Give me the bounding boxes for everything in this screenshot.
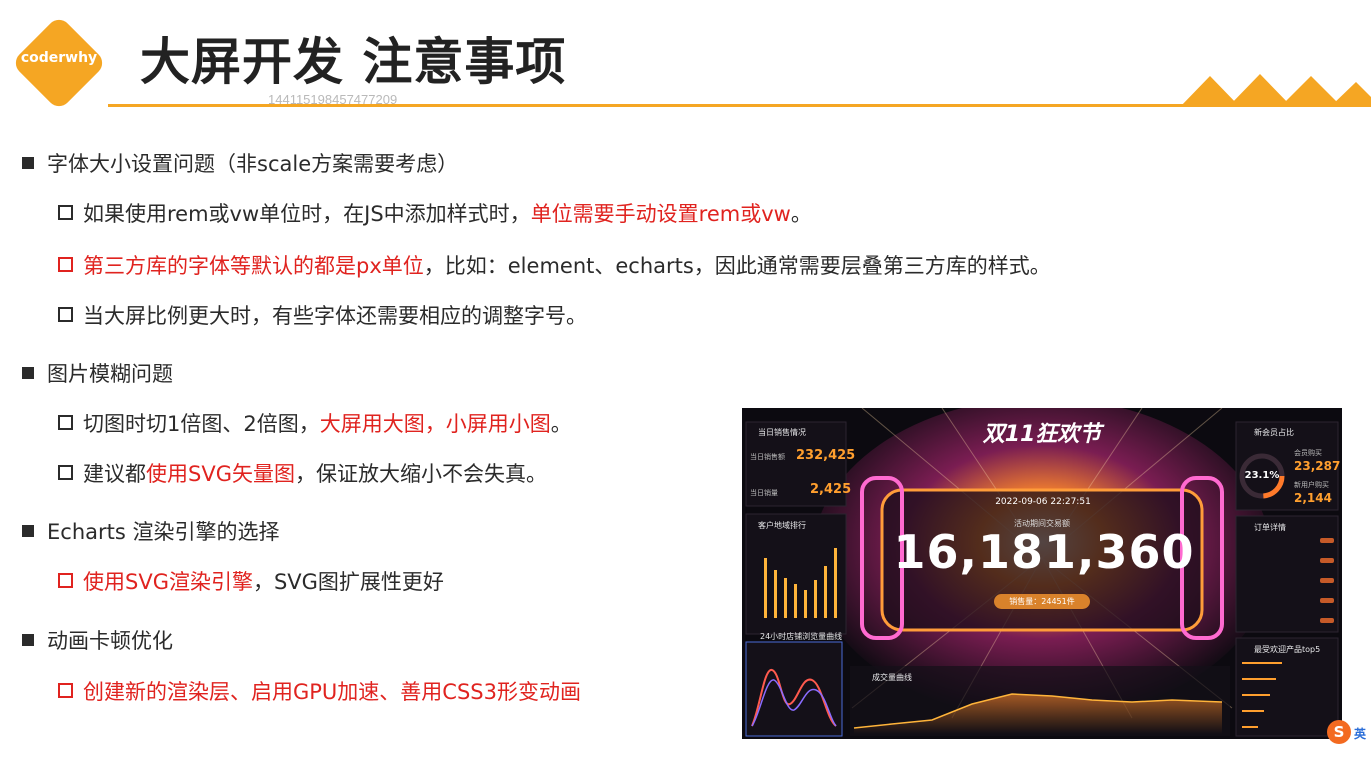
bullet-text: 动画卡顿优化 bbox=[47, 629, 173, 653]
today-sales-value: 2,425 bbox=[810, 482, 852, 497]
bullet-text: ，比如：element、echarts，因此通常需要层叠第三方库的样式。 bbox=[423, 254, 1051, 278]
logo-text: coderwhy bbox=[20, 50, 98, 66]
bullet-text: 当大屏比例更大时，有些字体还需要相应的调整字号。 bbox=[83, 304, 587, 328]
bullet-text: 字体大小设置问题（非scale方案需要考虑） bbox=[47, 152, 459, 176]
members-value-1: 23,287 bbox=[1294, 459, 1341, 473]
bullet-text: 切图时切1倍图、2倍图， bbox=[83, 412, 320, 436]
bullet-highlight: 第三方库的字体等默认的都是px单位 bbox=[83, 254, 424, 278]
square-bullet-icon bbox=[22, 367, 34, 379]
ime-language-toggle[interactable]: 英 bbox=[1354, 725, 1366, 742]
members-label-2: 新用户购买 bbox=[1294, 481, 1329, 489]
mountain-decoration bbox=[1180, 74, 1371, 107]
today-amount-value: 232,425 bbox=[796, 448, 856, 463]
bullet-highlight: 单位需要手动设置rem或vw bbox=[530, 202, 791, 226]
panel-title-orders: 订单详情 bbox=[1254, 523, 1286, 532]
dashboard-title: 双11狂欢节 bbox=[982, 422, 1102, 447]
members-value-2: 2,144 bbox=[1294, 491, 1332, 505]
bullet-text: Echarts 渲染引擎的选择 bbox=[47, 520, 280, 544]
panel-title-region: 客户地域排行 bbox=[758, 521, 806, 530]
panel-title-curve: 24小时店铺浏览量曲线 bbox=[760, 632, 843, 641]
bullet-text: 图片模糊问题 bbox=[47, 362, 173, 386]
sub-bullet-large-ratio: 当大屏比例更大时，有些字体还需要相应的调整字号。 bbox=[58, 302, 587, 330]
square-bullet-icon bbox=[22, 634, 34, 646]
today-amount-label: 当日销售额 bbox=[750, 453, 785, 461]
panel-title-today: 当日销售情况 bbox=[758, 428, 806, 437]
sub-bullet-third-party: 第三方库的字体等默认的都是px单位，比如：element、echarts，因此通… bbox=[58, 252, 1051, 280]
bullet-text: ，保证放大缩小不会失真。 bbox=[294, 462, 547, 486]
sub-bullet-rem-vw: 如果使用rem或vw单位时，在JS中添加样式时，单位需要手动设置rem或vw。 bbox=[58, 200, 812, 228]
bullet-text: 。 bbox=[550, 412, 572, 436]
sub-bullet-slice: 切图时切1倍图、2倍图，大屏用大图，小屏用小图。 bbox=[58, 410, 572, 438]
page-title: 大屏开发 注意事项 bbox=[140, 33, 567, 91]
bullet-text: ，SVG图扩展性更好 bbox=[252, 570, 444, 594]
members-percent: 23.1% bbox=[1244, 470, 1280, 481]
sub-bullet-svg-renderer: 使用SVG渲染引擎，SVG图扩展性更好 bbox=[58, 568, 444, 596]
bullet-highlight: 使用SVG矢量图 bbox=[146, 462, 295, 486]
bullet-highlight: 大屏用大图，小屏用小图 bbox=[319, 412, 551, 436]
checkbox-bullet-icon bbox=[58, 683, 73, 698]
checkbox-bullet-icon bbox=[58, 465, 73, 480]
members-label-1: 会员购买 bbox=[1294, 449, 1322, 457]
checkbox-bullet-icon bbox=[58, 415, 73, 430]
checkbox-bullet-icon bbox=[58, 307, 73, 322]
sub-bullet-gpu: 创建新的渲染层、启用GPU加速、善用CSS3形变动画 bbox=[58, 678, 581, 706]
ime-sogou-icon[interactable]: S bbox=[1327, 720, 1351, 744]
sub-bullet-svg: 建议都使用SVG矢量图，保证放大缩小不会失真。 bbox=[58, 460, 547, 488]
panel-title-top5: 最受欢迎产品top5 bbox=[1254, 645, 1321, 654]
coderwhy-logo: coderwhy bbox=[10, 14, 108, 112]
square-bullet-icon bbox=[22, 157, 34, 169]
dashboard-total-amount: 16,181,360 bbox=[893, 525, 1195, 579]
checkbox-bullet-icon bbox=[58, 257, 73, 272]
bullet-image-blur: 图片模糊问题 bbox=[22, 360, 173, 388]
bullet-highlight: 使用SVG渲染引擎 bbox=[83, 570, 253, 594]
bullet-animation: 动画卡顿优化 bbox=[22, 627, 173, 655]
bullet-text: 。 bbox=[790, 202, 812, 226]
checkbox-bullet-icon bbox=[58, 573, 73, 588]
panel-title-members: 新会员占比 bbox=[1254, 428, 1294, 437]
checkbox-bullet-icon bbox=[58, 205, 73, 220]
bullet-font-size: 字体大小设置问题（非scale方案需要考虑） bbox=[22, 150, 458, 178]
bullet-text: 建议都 bbox=[83, 462, 146, 486]
dashboard-datetime: 2022-09-06 22:27:51 bbox=[995, 497, 1091, 507]
dashboard-screenshot: 双11狂欢节 2022-09-06 22:27:51 活动期间交易额 16,18… bbox=[742, 408, 1342, 739]
panel-title-volume: 成交量曲线 bbox=[872, 673, 912, 682]
dashboard-sales-pill: 销售量：24451件 bbox=[994, 594, 1090, 609]
bullet-echarts: Echarts 渲染引擎的选择 bbox=[22, 518, 279, 546]
bullet-text: 如果使用rem或vw单位时，在JS中添加样式时， bbox=[83, 202, 531, 226]
today-sales-label: 当日销量 bbox=[750, 489, 778, 497]
square-bullet-icon bbox=[22, 525, 34, 537]
bullet-highlight: 创建新的渲染层、启用GPU加速、善用CSS3形变动画 bbox=[83, 680, 581, 704]
